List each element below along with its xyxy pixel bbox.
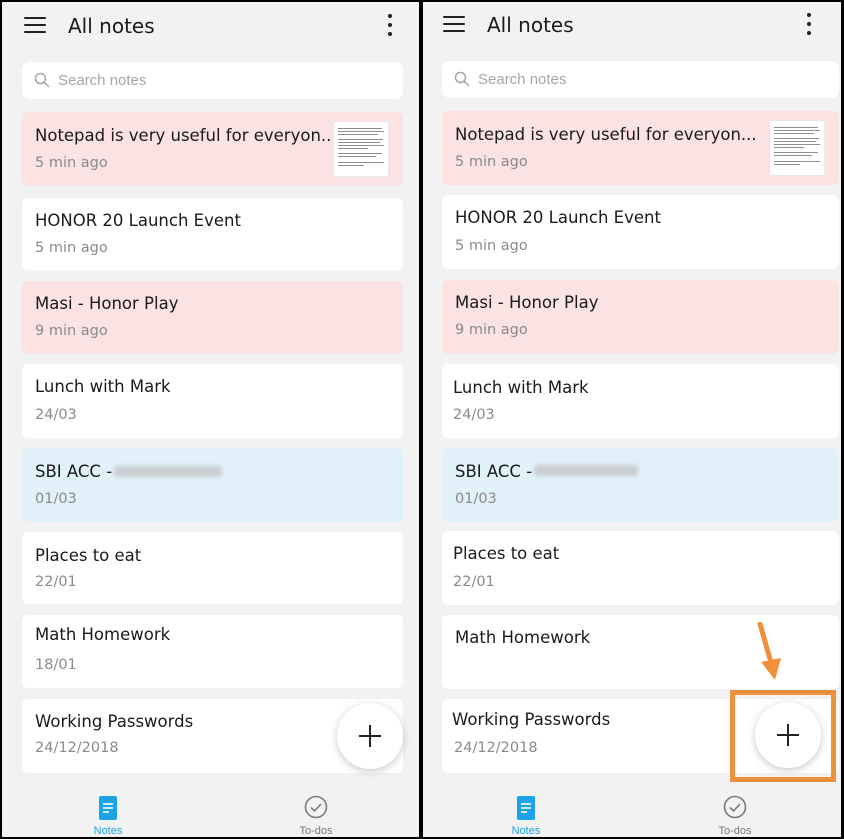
note-time: 01/03 bbox=[455, 491, 497, 507]
note-title: HONOR 20 Launch Event bbox=[455, 208, 661, 227]
note-title: Working Passwords bbox=[35, 712, 194, 731]
highlight-box bbox=[730, 690, 836, 782]
tab-label: To-dos bbox=[299, 825, 333, 837]
note-time: 9 min ago bbox=[35, 323, 108, 339]
note-card[interactable]: SBI ACC - 01/03 bbox=[442, 448, 839, 522]
note-card[interactable]: HONOR 20 Launch Event 5 min ago bbox=[442, 195, 839, 269]
arrow-down-icon bbox=[757, 622, 781, 680]
redacted-text bbox=[534, 465, 638, 476]
note-title: Masi - Honor Play bbox=[455, 293, 599, 312]
note-card[interactable]: Masi - Honor Play 9 min ago bbox=[22, 281, 403, 354]
search-placeholder: Search notes bbox=[58, 72, 147, 89]
redacted-text bbox=[114, 466, 222, 477]
more-options-icon[interactable] bbox=[387, 13, 393, 37]
note-title: HONOR 20 Launch Event bbox=[35, 211, 241, 230]
check-circle-icon bbox=[723, 795, 747, 819]
note-card[interactable]: Places to eat 22/01 bbox=[22, 532, 403, 604]
note-time: 22/01 bbox=[35, 574, 77, 590]
note-time: 24/12/2018 bbox=[35, 740, 119, 756]
note-thumbnail bbox=[333, 121, 389, 177]
note-title: Working Passwords bbox=[452, 710, 611, 729]
search-icon bbox=[34, 72, 50, 88]
note-time: 9 min ago bbox=[455, 322, 528, 338]
more-options-icon[interactable] bbox=[806, 12, 812, 36]
note-title: SBI ACC - bbox=[35, 462, 113, 481]
notes-icon bbox=[99, 796, 117, 820]
note-title: Math Homework bbox=[455, 628, 591, 647]
note-title: Places to eat bbox=[453, 544, 560, 563]
note-card[interactable]: Math Homework 18/01 bbox=[22, 615, 403, 688]
note-card[interactable]: Masi - Honor Play 9 min ago bbox=[442, 280, 839, 354]
note-time: 24/03 bbox=[453, 407, 495, 423]
search-placeholder: Search notes bbox=[478, 71, 567, 88]
note-title: Places to eat bbox=[35, 546, 142, 565]
note-title: Lunch with Mark bbox=[35, 377, 171, 396]
phone-screen-left: All notes Search notes Notepad is very u… bbox=[2, 2, 419, 837]
note-title: Lunch with Mark bbox=[453, 378, 589, 397]
tab-label: To-dos bbox=[718, 825, 752, 837]
note-card[interactable]: Lunch with Mark 24/03 bbox=[22, 364, 403, 438]
add-note-button[interactable] bbox=[337, 703, 403, 769]
tab-label: Notes bbox=[511, 825, 541, 837]
menu-icon[interactable] bbox=[443, 15, 465, 33]
note-time: 01/03 bbox=[35, 491, 77, 507]
note-card[interactable]: SBI ACC - 01/03 bbox=[22, 448, 403, 522]
bottom-nav: Notes To-dos bbox=[423, 785, 841, 837]
note-title: Notepad is very useful for everyon... bbox=[35, 126, 337, 145]
note-title: Masi - Honor Play bbox=[35, 294, 179, 313]
bottom-nav: Notes To-dos bbox=[2, 785, 419, 837]
menu-icon[interactable] bbox=[24, 16, 46, 34]
top-bar: All notes bbox=[423, 2, 841, 54]
note-title: SBI ACC - bbox=[455, 462, 533, 481]
tab-notes[interactable]: Notes bbox=[486, 795, 566, 837]
note-title: Notepad is very useful for everyon... bbox=[455, 125, 757, 144]
note-time: 5 min ago bbox=[35, 155, 108, 171]
top-bar: All notes bbox=[2, 2, 419, 54]
search-input[interactable]: Search notes bbox=[442, 61, 839, 98]
note-thumbnail bbox=[769, 120, 825, 176]
note-time: 18/01 bbox=[35, 657, 77, 673]
note-card[interactable]: Notepad is very useful for everyon... 5 … bbox=[442, 111, 839, 185]
tab-todos[interactable]: To-dos bbox=[695, 795, 775, 837]
note-time: 24/03 bbox=[35, 407, 77, 423]
note-time: 5 min ago bbox=[455, 154, 528, 170]
note-time: 5 min ago bbox=[455, 238, 528, 254]
note-time: 22/01 bbox=[453, 574, 495, 590]
check-circle-icon bbox=[304, 795, 328, 819]
search-input[interactable]: Search notes bbox=[22, 62, 403, 99]
search-icon bbox=[454, 71, 470, 87]
note-card[interactable]: Places to eat 22/01 bbox=[442, 531, 839, 605]
tab-label: Notes bbox=[93, 825, 123, 837]
note-card[interactable]: Notepad is very useful for everyon... 5 … bbox=[22, 112, 403, 186]
note-card[interactable]: Lunch with Mark 24/03 bbox=[442, 364, 839, 438]
note-title: Math Homework bbox=[35, 625, 171, 644]
tab-notes[interactable]: Notes bbox=[68, 795, 148, 837]
note-time: 24/12/2018 bbox=[454, 740, 538, 756]
page-title: All notes bbox=[68, 14, 155, 38]
note-card[interactable]: HONOR 20 Launch Event 5 min ago bbox=[22, 198, 403, 270]
tab-todos[interactable]: To-dos bbox=[276, 795, 356, 837]
notes-icon bbox=[517, 796, 535, 820]
note-time: 5 min ago bbox=[35, 240, 108, 256]
page-title: All notes bbox=[487, 13, 574, 37]
